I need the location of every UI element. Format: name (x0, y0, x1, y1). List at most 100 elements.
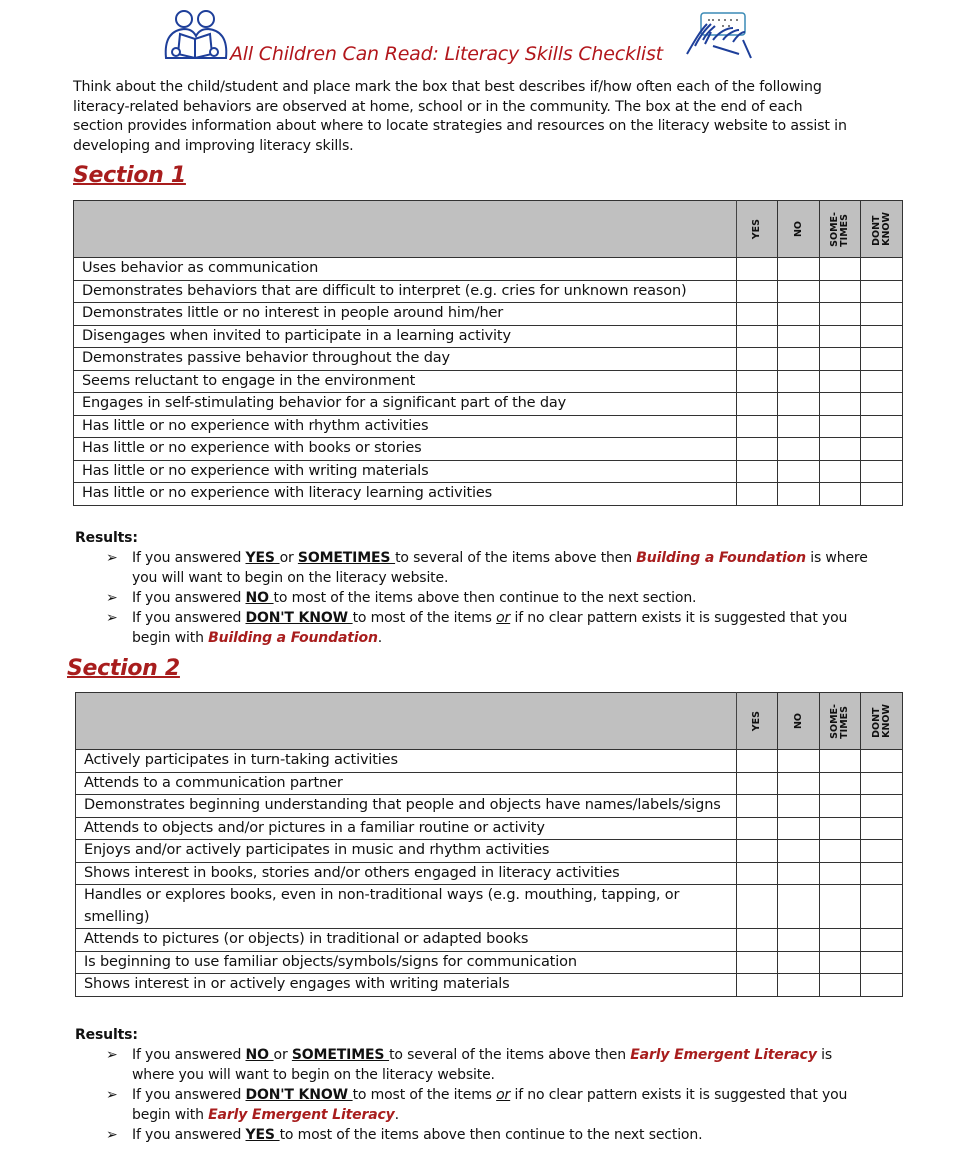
result-text: If you answered (132, 1087, 246, 1103)
checkbox-yes[interactable] (736, 257, 778, 281)
checklist-item-label: Engages in self-stimulating behavior for… (73, 392, 737, 416)
checkbox-no[interactable] (777, 302, 820, 326)
checkbox-dont-know[interactable] (860, 459, 903, 483)
checkbox-yes[interactable] (736, 279, 778, 303)
results-label: Results: (75, 1027, 138, 1043)
checkbox-dont-know[interactable] (860, 771, 903, 795)
checkbox-no[interactable] (777, 257, 820, 281)
website-section-link[interactable]: Early Emergent Literacy (630, 1047, 817, 1063)
checkbox-sometimes[interactable] (819, 257, 861, 281)
checkbox-yes[interactable] (736, 950, 778, 974)
checkbox-dont-know[interactable] (860, 839, 903, 863)
checkbox-dont-know[interactable] (860, 816, 903, 840)
document-title: All Children Can Read: Literacy Skills C… (230, 43, 663, 65)
website-section-link[interactable]: Building a Foundation (208, 630, 378, 646)
checkbox-sometimes[interactable] (819, 369, 861, 393)
checkbox-dont-know[interactable] (860, 257, 903, 281)
checkbox-sometimes[interactable] (819, 928, 861, 952)
result-text: to most of the items above then continue… (279, 1127, 703, 1143)
checkbox-sometimes[interactable] (819, 459, 861, 483)
checkbox-dont-know[interactable] (860, 482, 903, 506)
checkbox-sometimes[interactable] (819, 279, 861, 303)
checkbox-dont-know[interactable] (860, 369, 903, 393)
checkbox-sometimes[interactable] (819, 950, 861, 974)
checkbox-no[interactable] (777, 884, 820, 929)
checkbox-yes[interactable] (736, 392, 778, 416)
checkbox-sometimes[interactable] (819, 884, 861, 929)
checkbox-yes[interactable] (736, 302, 778, 326)
checkbox-no[interactable] (777, 369, 820, 393)
checkbox-sometimes[interactable] (819, 794, 861, 818)
checkbox-dont-know[interactable] (860, 324, 903, 348)
checkbox-dont-know[interactable] (860, 437, 903, 461)
checkbox-no[interactable] (777, 279, 820, 303)
answer-keyword: SOMETIMES (291, 1047, 390, 1063)
checkbox-sometimes[interactable] (819, 839, 861, 863)
checkbox-yes[interactable] (736, 459, 778, 483)
checkbox-dont-know[interactable] (860, 279, 903, 303)
checklist-item-label: Has little or no experience with rhythm … (73, 414, 737, 438)
checkbox-yes[interactable] (736, 414, 778, 438)
website-section-link[interactable]: Building a Foundation (636, 550, 806, 566)
checkbox-no[interactable] (777, 459, 820, 483)
checkbox-yes[interactable] (736, 369, 778, 393)
checkbox-yes[interactable] (736, 749, 778, 773)
result-item: ➢ If you answered NO or SOMETIMES to seve… (106, 1045, 875, 1085)
checkbox-dont-know[interactable] (860, 347, 903, 371)
checkbox-dont-know[interactable] (860, 302, 903, 326)
checkbox-sometimes[interactable] (819, 973, 861, 997)
checkbox-no[interactable] (777, 794, 820, 818)
checkbox-no[interactable] (777, 324, 820, 348)
checkbox-no[interactable] (777, 973, 820, 997)
result-item: ➢ If you answered NO to most of the items… (106, 588, 875, 608)
checkbox-sometimes[interactable] (819, 437, 861, 461)
website-section-link[interactable]: Early Emergent Literacy (208, 1107, 395, 1123)
checkbox-no[interactable] (777, 414, 820, 438)
checkbox-no[interactable] (777, 392, 820, 416)
checkbox-yes[interactable] (736, 973, 778, 997)
checkbox-yes[interactable] (736, 839, 778, 863)
checkbox-dont-know[interactable] (860, 950, 903, 974)
checkbox-no[interactable] (777, 861, 820, 885)
checkbox-no[interactable] (777, 771, 820, 795)
checkbox-dont-know[interactable] (860, 928, 903, 952)
checklist-item-label: Attends to objects and/or pictures in a … (75, 816, 737, 840)
checkbox-no[interactable] (777, 950, 820, 974)
checkbox-no[interactable] (777, 749, 820, 773)
checkbox-sometimes[interactable] (819, 482, 861, 506)
checkbox-sometimes[interactable] (819, 324, 861, 348)
checkbox-sometimes[interactable] (819, 861, 861, 885)
checkbox-sometimes[interactable] (819, 392, 861, 416)
checkbox-yes[interactable] (736, 794, 778, 818)
checkbox-no[interactable] (777, 928, 820, 952)
checkbox-no[interactable] (777, 482, 820, 506)
checkbox-no[interactable] (777, 816, 820, 840)
checkbox-dont-know[interactable] (860, 392, 903, 416)
checkbox-yes[interactable] (736, 884, 778, 929)
checkbox-dont-know[interactable] (860, 973, 903, 997)
checkbox-yes[interactable] (736, 437, 778, 461)
checkbox-dont-know[interactable] (860, 794, 903, 818)
checkbox-sometimes[interactable] (819, 347, 861, 371)
checkbox-sometimes[interactable] (819, 816, 861, 840)
checkbox-yes[interactable] (736, 482, 778, 506)
checkbox-yes[interactable] (736, 928, 778, 952)
checkbox-yes[interactable] (736, 347, 778, 371)
checkbox-dont-know[interactable] (860, 884, 903, 929)
table-row: Attends to a communication partner (75, 771, 903, 795)
checkbox-sometimes[interactable] (819, 302, 861, 326)
checkbox-yes[interactable] (736, 324, 778, 348)
checkbox-no[interactable] (777, 437, 820, 461)
checkbox-no[interactable] (777, 839, 820, 863)
checkbox-sometimes[interactable] (819, 749, 861, 773)
checkbox-dont-know[interactable] (860, 861, 903, 885)
checkbox-no[interactable] (777, 347, 820, 371)
table-header-row: YES NO SOME- TIMES DONT KNOW (73, 200, 903, 258)
checkbox-sometimes[interactable] (819, 414, 861, 438)
checkbox-yes[interactable] (736, 861, 778, 885)
checkbox-dont-know[interactable] (860, 414, 903, 438)
checkbox-sometimes[interactable] (819, 771, 861, 795)
checkbox-yes[interactable] (736, 816, 778, 840)
checkbox-dont-know[interactable] (860, 749, 903, 773)
checkbox-yes[interactable] (736, 771, 778, 795)
